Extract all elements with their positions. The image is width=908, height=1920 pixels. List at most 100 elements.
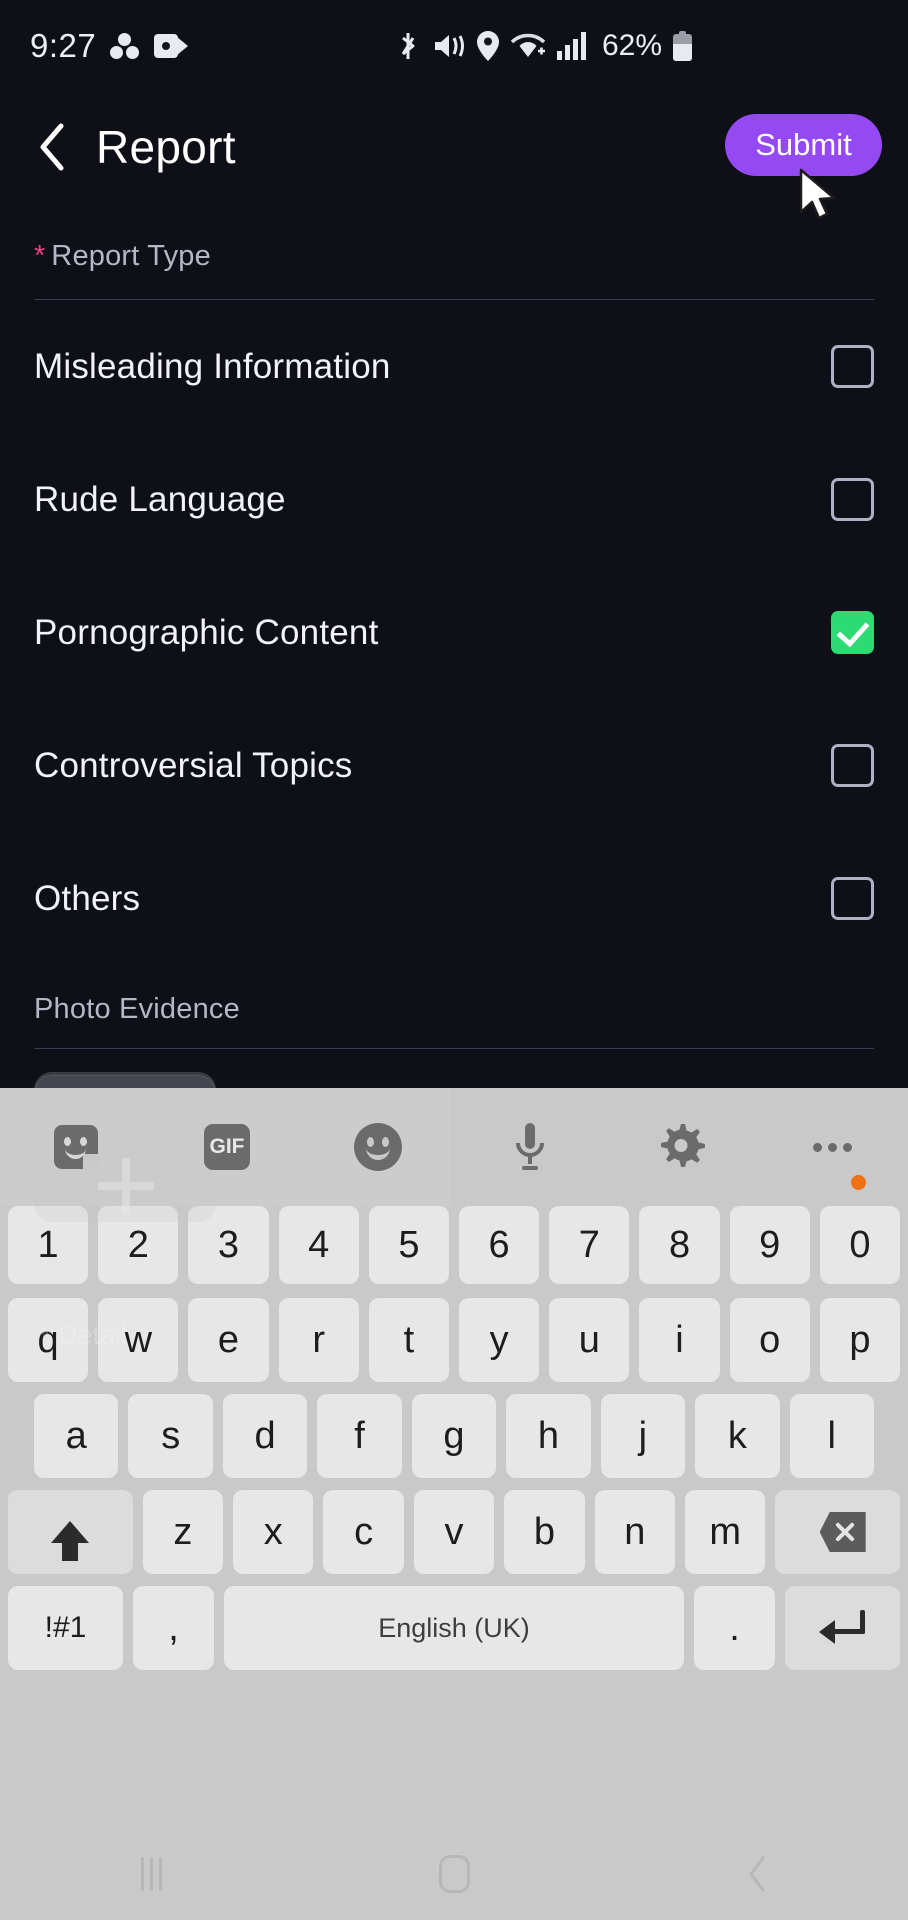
- battery-icon: [673, 31, 693, 61]
- report-type-label: Report Type: [51, 240, 211, 272]
- key-q[interactable]: q: [7, 1298, 89, 1382]
- key-a[interactable]: a: [34, 1394, 119, 1478]
- phone-screen: 9:27 62% Report Submit * Report Type Mis…: [0, 0, 908, 1920]
- status-bar: 9:27 62%: [0, 0, 908, 92]
- emoji-icon[interactable]: [303, 1123, 454, 1171]
- key-2[interactable]: 2: [98, 1206, 179, 1284]
- key-c[interactable]: c: [323, 1490, 404, 1574]
- key-i[interactable]: i: [639, 1298, 720, 1382]
- home-icon[interactable]: [303, 1855, 606, 1893]
- report-type-label-row: * Report Type: [0, 202, 908, 273]
- option-row-pornographic-content[interactable]: Pornographic Content: [0, 566, 908, 699]
- overflow-menu-icon[interactable]: [757, 1142, 908, 1190]
- key-5[interactable]: 5: [368, 1206, 449, 1284]
- key-1[interactable]: 1: [7, 1206, 89, 1284]
- key-h[interactable]: h: [506, 1394, 591, 1478]
- period-key[interactable]: .: [694, 1586, 775, 1670]
- key-g[interactable]: g: [411, 1394, 497, 1478]
- submit-button[interactable]: Submit: [725, 114, 882, 176]
- key-9[interactable]: 9: [729, 1206, 810, 1284]
- chevron-left-icon[interactable]: [26, 118, 78, 176]
- option-label: Controversial Topics: [34, 745, 353, 785]
- checkbox-pornographic-content[interactable]: [831, 611, 874, 654]
- key-l[interactable]: l: [789, 1394, 874, 1478]
- notification-badge: [850, 1174, 866, 1190]
- camcorder-icon: [154, 34, 189, 58]
- required-asterisk: *: [34, 240, 46, 272]
- photo-evidence-label: Photo Evidence: [34, 993, 240, 1025]
- key-0[interactable]: 0: [819, 1206, 901, 1284]
- key-t[interactable]: t: [368, 1298, 449, 1382]
- key-d[interactable]: d: [222, 1394, 308, 1478]
- option-row-rude-language[interactable]: Rude Language: [0, 433, 908, 566]
- checkbox-others[interactable]: [831, 877, 874, 920]
- gif-icon[interactable]: GIF: [151, 1124, 302, 1170]
- android-nav-bar: [0, 1828, 908, 1920]
- key-e[interactable]: e: [188, 1298, 269, 1382]
- keyboard-row-space: !#1 , English (UK) .: [0, 1586, 908, 1670]
- key-r[interactable]: r: [278, 1298, 359, 1382]
- key-3[interactable]: 3: [188, 1206, 269, 1284]
- gif-label: GIF: [203, 1124, 250, 1170]
- status-bar-right: 62%: [395, 0, 693, 92]
- status-bar-left: 9:27: [0, 27, 189, 65]
- cellular-signal-icon: [557, 32, 587, 60]
- status-time: 9:27: [30, 27, 97, 64]
- option-label: Pornographic Content: [34, 612, 379, 652]
- battery-percent: 62%: [602, 29, 663, 62]
- key-m[interactable]: m: [684, 1490, 766, 1574]
- key-k[interactable]: k: [695, 1394, 780, 1478]
- recents-icon[interactable]: [0, 1857, 303, 1891]
- microphone-icon[interactable]: [454, 1121, 605, 1173]
- keyboard-row-home: a s d f g h j k l: [0, 1394, 908, 1478]
- key-o[interactable]: o: [729, 1298, 810, 1382]
- key-b[interactable]: b: [504, 1490, 585, 1574]
- enter-arrow-icon[interactable]: [784, 1586, 900, 1670]
- keyboard-row-bottom: z x c v b n m: [0, 1490, 908, 1574]
- key-7[interactable]: 7: [549, 1206, 630, 1284]
- checkbox-controversial-topics[interactable]: [831, 744, 874, 787]
- key-6[interactable]: 6: [459, 1206, 540, 1284]
- key-v[interactable]: v: [413, 1490, 495, 1574]
- key-n[interactable]: n: [594, 1490, 675, 1574]
- bluetooth-icon: [395, 30, 421, 62]
- key-s[interactable]: s: [128, 1394, 213, 1478]
- vibrate-icon: [432, 31, 466, 61]
- photo-evidence-divider: [34, 1048, 874, 1049]
- keyboard-toolbar: GIF: [0, 1088, 908, 1206]
- sticker-icon[interactable]: [0, 1125, 151, 1170]
- on-screen-keyboard: * Detail GIF 1 2 3 4 5 6 7 8 9 0 q w e r…: [0, 1072, 908, 1828]
- dots-cluster-icon: [110, 33, 140, 59]
- location-pin-icon: [477, 31, 499, 61]
- key-f[interactable]: f: [317, 1394, 402, 1478]
- symbols-key[interactable]: !#1: [8, 1586, 124, 1670]
- page-title: Report: [96, 121, 236, 173]
- key-4[interactable]: 4: [278, 1206, 359, 1284]
- key-j[interactable]: j: [600, 1394, 686, 1478]
- photo-evidence-label-row: Photo Evidence: [0, 965, 908, 1026]
- shift-arrow-icon[interactable]: [8, 1490, 133, 1574]
- key-8[interactable]: 8: [639, 1206, 720, 1284]
- nav-back-icon[interactable]: [605, 1855, 908, 1893]
- option-label: Rude Language: [34, 479, 286, 519]
- option-row-controversial-topics[interactable]: Controversial Topics: [0, 699, 908, 832]
- comma-key[interactable]: ,: [133, 1586, 214, 1670]
- key-y[interactable]: y: [459, 1298, 540, 1382]
- space-key[interactable]: English (UK): [223, 1586, 685, 1670]
- keyboard-row-numbers: 1 2 3 4 5 6 7 8 9 0: [0, 1206, 908, 1284]
- settings-gear-icon[interactable]: [605, 1122, 756, 1172]
- keyboard-row-top: q w e r t y u i o p: [0, 1298, 908, 1382]
- key-w[interactable]: w: [98, 1298, 179, 1382]
- key-u[interactable]: u: [549, 1298, 630, 1382]
- option-label: Others: [34, 878, 141, 918]
- checkbox-misleading-information[interactable]: [831, 345, 874, 388]
- wifi-icon: [510, 32, 546, 60]
- option-row-others[interactable]: Others: [0, 832, 908, 965]
- checkbox-rude-language[interactable]: [831, 478, 874, 521]
- backspace-icon[interactable]: [775, 1490, 900, 1574]
- option-row-misleading-information[interactable]: Misleading Information: [0, 300, 908, 433]
- key-p[interactable]: p: [819, 1298, 901, 1382]
- key-x[interactable]: x: [233, 1490, 314, 1574]
- key-z[interactable]: z: [142, 1490, 224, 1574]
- option-label: Misleading Information: [34, 346, 391, 386]
